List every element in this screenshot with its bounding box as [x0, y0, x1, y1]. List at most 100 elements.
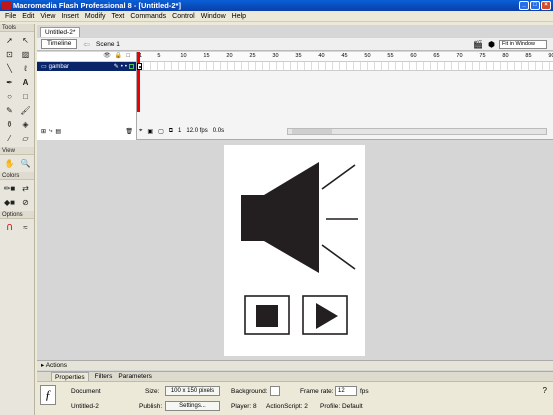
free-transform-tool-icon[interactable]: ⊡ [2, 48, 17, 61]
back-arrow-icon[interactable]: ⇦ [83, 40, 90, 49]
menu-text[interactable]: Text [109, 13, 128, 20]
flash-window: Macromedia Flash Professional 8 - [Untit… [0, 0, 553, 415]
zoom-select[interactable]: Fit in Window [499, 40, 547, 49]
center-frame-icon[interactable]: ⌖ [139, 128, 142, 135]
menu-modify[interactable]: Modify [82, 13, 109, 20]
snap-magnet-icon[interactable]: Ո [2, 221, 17, 234]
ruler-number: 60 [410, 53, 417, 59]
layer-row[interactable]: ▭ gambar ✎ • • [37, 62, 136, 71]
ruler-number: 85 [525, 53, 532, 59]
ink-bottle-tool-icon[interactable]: ⚱ [2, 118, 17, 131]
stroke-color-icon[interactable]: ✏■ [2, 182, 17, 195]
pen-tool-icon[interactable]: ✒ [2, 76, 17, 89]
ruler-number: 40 [318, 53, 325, 59]
ruler-number: 90 [548, 53, 553, 59]
publish-label: Publish: [139, 403, 163, 410]
fill-color-icon[interactable]: ◆■ [2, 196, 17, 209]
insert-folder-icon[interactable]: ▤ [55, 128, 61, 135]
sound-wave-bottom [321, 244, 356, 270]
stop-icon [256, 305, 278, 327]
line-tool-icon[interactable]: ╲ [2, 62, 17, 75]
text-tool-icon[interactable]: A [18, 76, 33, 89]
size-button[interactable]: 100 x 150 pixels [165, 386, 220, 396]
layer-lock-dot[interactable]: • [125, 64, 127, 70]
menu-edit[interactable]: Edit [19, 13, 37, 20]
profile-text: Profile: Default [320, 403, 363, 410]
document-area: Untitled-2* Timeline ⇦ Scene 1 🎬 ⬢ Fit i… [37, 25, 553, 415]
menu-file[interactable]: File [2, 13, 19, 20]
tab-parameters[interactable]: Parameters [118, 372, 152, 381]
eraser-tool-icon[interactable]: ▱ [18, 132, 33, 145]
frame-rate-label: Frame rate: [300, 388, 334, 395]
onion-outlines-icon[interactable]: ▢ [158, 128, 164, 135]
elapsed-time: 0.0s [212, 128, 225, 134]
speaker-icon [241, 162, 319, 273]
minimize-button[interactable]: _ [519, 1, 529, 10]
frame-rate-input[interactable]: 12 [335, 386, 357, 396]
menu-commands[interactable]: Commands [127, 13, 169, 20]
frame-row[interactable] [137, 62, 553, 71]
subselection-tool-icon[interactable]: ↖ [18, 34, 33, 47]
hand-tool-icon[interactable]: ✋ [2, 157, 17, 170]
outline-icon[interactable]: □ [126, 52, 130, 61]
menu-control[interactable]: Control [169, 13, 198, 20]
maximize-button[interactable]: □ [530, 1, 540, 10]
playhead[interactable] [137, 52, 140, 112]
flash-app-icon [2, 1, 11, 10]
menu-view[interactable]: View [37, 13, 58, 20]
swap-colors-icon[interactable]: ⇄ [18, 182, 33, 195]
pencil-edit-icon: ✎ [113, 64, 119, 70]
smooth-option-icon[interactable]: ≈ [18, 221, 33, 234]
menu-insert[interactable]: Insert [58, 13, 82, 20]
layer-type-icon: ▭ [41, 64, 47, 70]
settings-button[interactable]: Settings... [165, 401, 220, 411]
frame-ruler[interactable]: 151015202530354045505560657075808590 [137, 52, 553, 62]
gradient-transform-tool-icon[interactable]: ▨ [18, 48, 33, 61]
menu-window[interactable]: Window [198, 13, 229, 20]
background-color-swatch[interactable] [270, 386, 280, 396]
document-name: Untitled-2 [71, 403, 99, 410]
edit-symbols-icon[interactable]: ⬢ [488, 40, 495, 49]
eye-icon[interactable]: 👁 [103, 52, 111, 61]
fps-unit: fps [360, 388, 369, 395]
actions-panel-bar[interactable]: ▸ Actions [37, 360, 553, 370]
keyframe[interactable] [137, 63, 142, 70]
selection-tool-icon[interactable]: ➚ [2, 34, 17, 47]
ruler-number: 5 [157, 53, 161, 59]
timeline-toggle-button[interactable]: Timeline [41, 39, 78, 49]
menu-help[interactable]: Help [229, 13, 249, 20]
brush-tool-icon[interactable]: 🖌 [18, 104, 33, 117]
oval-tool-icon[interactable]: ○ [2, 90, 17, 103]
lock-icon[interactable]: 🔒 [115, 52, 122, 61]
ruler-number: 80 [502, 53, 509, 59]
onion-skin-icon[interactable]: ▣ [147, 128, 153, 135]
layer-outline-box[interactable] [129, 64, 134, 69]
layer-visible-dot[interactable]: • [121, 64, 123, 70]
ruler-number: 45 [341, 53, 348, 59]
zoom-tool-icon[interactable]: 🔍 [18, 157, 33, 170]
document-tab[interactable]: Untitled-2* [40, 27, 81, 37]
scene-label: Scene 1 [96, 40, 120, 48]
ruler-number: 70 [456, 53, 463, 59]
delete-layer-icon[interactable]: 🗑 [125, 128, 133, 135]
sound-wave-top [321, 164, 356, 190]
motion-guide-icon[interactable]: ⤷ [49, 128, 52, 135]
insert-layer-icon[interactable]: ⊞ [41, 128, 46, 135]
tab-filters[interactable]: Filters [95, 372, 113, 381]
ruler-number: 55 [387, 53, 394, 59]
paint-bucket-tool-icon[interactable]: ◈ [18, 118, 33, 131]
tab-properties[interactable]: Properties [51, 372, 89, 381]
close-button[interactable]: × [541, 1, 551, 10]
flash-document-icon: ƒ [40, 385, 56, 405]
rectangle-tool-icon[interactable]: □ [18, 90, 33, 103]
timeline-scrollbar[interactable] [287, 128, 547, 135]
stage[interactable] [224, 145, 365, 356]
edit-scene-icon[interactable]: 🎬 [473, 40, 483, 49]
help-icon[interactable]: ? [543, 386, 547, 395]
no-color-icon[interactable]: ⊘ [18, 196, 33, 209]
eyedropper-tool-icon[interactable]: ⁄ [2, 132, 17, 145]
ruler-number: 20 [226, 53, 233, 59]
pencil-tool-icon[interactable]: ✎ [2, 104, 17, 117]
edit-multiple-icon[interactable]: ⧉ [169, 128, 173, 135]
lasso-tool-icon[interactable]: ℓ [18, 62, 33, 75]
